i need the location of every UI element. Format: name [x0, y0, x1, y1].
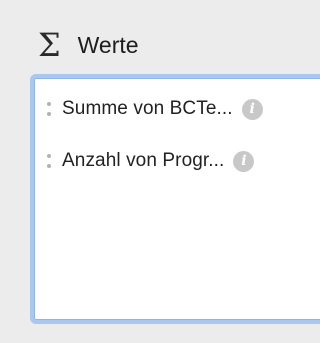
value-field-item[interactable]: Summe von BCTe... i — [47, 96, 263, 122]
values-panel: Σ Werte Summe von BCTe... i Anzahl von P… — [0, 0, 320, 343]
value-field-label: Summe von BCTe... — [62, 98, 233, 119]
value-field-label: Anzahl von Progr... — [62, 150, 225, 171]
value-field-item[interactable]: Anzahl von Progr... i — [47, 148, 255, 174]
info-icon[interactable]: i — [241, 98, 263, 120]
values-header: Σ Werte — [38, 28, 139, 62]
drag-handle-icon[interactable] — [47, 154, 53, 168]
sigma-icon: Σ — [38, 26, 61, 64]
values-title: Werte — [77, 31, 139, 58]
drag-handle-icon[interactable] — [47, 102, 53, 116]
values-drop-area[interactable]: Summe von BCTe... i Anzahl von Progr... … — [30, 74, 320, 324]
info-icon[interactable]: i — [233, 150, 255, 172]
